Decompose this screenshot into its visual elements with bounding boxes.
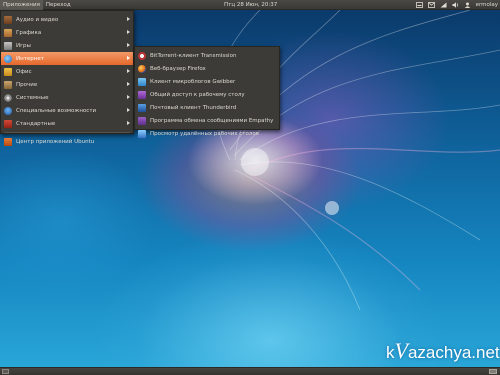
games-icon bbox=[4, 41, 12, 50]
menu-item-label: Системные bbox=[16, 94, 49, 101]
submenu-item-label: Просмотр удалённых рабочих столов bbox=[150, 130, 259, 137]
places-menu[interactable]: Переход bbox=[43, 0, 74, 10]
menu-item-graphics[interactable]: Графика bbox=[1, 26, 133, 39]
chevron-right-icon bbox=[127, 43, 130, 47]
office-icon bbox=[4, 67, 12, 76]
software-center-icon bbox=[4, 137, 12, 146]
submenu-item-empathy[interactable]: Программа обмена сообщениями Empathy bbox=[135, 114, 279, 127]
accessibility-icon bbox=[4, 106, 12, 115]
user-icon[interactable] bbox=[464, 2, 471, 8]
desktop-sharing-icon bbox=[138, 90, 146, 99]
other-icon bbox=[4, 80, 12, 89]
watermark-v: V bbox=[394, 338, 408, 363]
volume-icon[interactable] bbox=[452, 2, 459, 8]
chevron-right-icon bbox=[127, 30, 130, 34]
menu-item-label: Прочие bbox=[16, 81, 38, 88]
transmission-icon bbox=[138, 51, 146, 60]
submenu-item-remote-viewer[interactable]: Просмотр удалённых рабочих столов bbox=[135, 127, 279, 140]
menu-item-system[interactable]: Системные bbox=[1, 91, 133, 104]
applications-menu[interactable]: Приложения bbox=[0, 0, 43, 10]
menu-item-label: Центр приложений Ubuntu bbox=[16, 138, 95, 145]
menu-item-internet[interactable]: Интернет bbox=[1, 52, 133, 65]
bottom-panel bbox=[0, 367, 500, 375]
username[interactable]: ermolay bbox=[476, 0, 498, 10]
menu-separator bbox=[4, 132, 130, 133]
thunderbird-icon bbox=[138, 103, 146, 112]
top-panel: Приложения Переход Птц 28 Июн, 20:37 erm… bbox=[0, 0, 500, 10]
watermark-text: azachya.net bbox=[407, 343, 500, 362]
chevron-right-icon bbox=[127, 56, 130, 60]
menu-item-label: Игры bbox=[16, 42, 31, 49]
chevron-right-icon bbox=[127, 121, 130, 125]
menu-item-other[interactable]: Прочие bbox=[1, 78, 133, 91]
chevron-right-icon bbox=[127, 82, 130, 86]
submenu-item-label: BitTorrent-клиент Transmission bbox=[150, 52, 237, 59]
menu-item-accessories[interactable]: Стандартные bbox=[1, 117, 133, 130]
submenu-item-firefox[interactable]: Веб-браузер Firefox bbox=[135, 62, 279, 75]
chevron-right-icon bbox=[127, 17, 130, 21]
internet-submenu: BitTorrent-клиент Transmission Веб-брауз… bbox=[134, 46, 280, 138]
submenu-item-label: Программа обмена сообщениями Empathy bbox=[150, 117, 274, 124]
keyboard-icon[interactable] bbox=[415, 2, 423, 8]
menu-item-software-center[interactable]: Центр приложений Ubuntu bbox=[1, 135, 133, 148]
menu-item-office[interactable]: Офис bbox=[1, 65, 133, 78]
internet-icon bbox=[4, 54, 12, 63]
system-tray: ermolay bbox=[415, 0, 498, 10]
chevron-right-icon bbox=[127, 95, 130, 99]
audio-video-icon bbox=[4, 15, 12, 24]
clock[interactable]: Птц 28 Июн, 20:37 bbox=[224, 0, 277, 10]
menu-item-label: Аудио и видео bbox=[16, 16, 59, 23]
submenu-item-gwibber[interactable]: Клиент микроблогов Gwibber bbox=[135, 75, 279, 88]
chevron-right-icon bbox=[127, 108, 130, 112]
submenu-item-desktop-sharing[interactable]: Общий доступ к рабочему столу bbox=[135, 88, 279, 101]
remote-viewer-icon bbox=[138, 129, 146, 138]
submenu-item-label: Веб-браузер Firefox bbox=[150, 65, 206, 72]
show-desktop-icon[interactable] bbox=[2, 369, 9, 374]
gwibber-icon bbox=[138, 77, 146, 86]
chevron-right-icon bbox=[127, 69, 130, 73]
empathy-icon bbox=[138, 116, 146, 125]
menu-item-label: Интернет bbox=[16, 55, 44, 62]
menu-item-label: Графика bbox=[16, 29, 42, 36]
accessories-icon bbox=[4, 119, 12, 128]
submenu-item-label: Почтовый клиент Thunderbird bbox=[150, 104, 237, 111]
menu-item-audio-video[interactable]: Аудио и видео bbox=[1, 13, 133, 26]
mail-icon[interactable] bbox=[427, 2, 435, 8]
menu-item-accessibility[interactable]: Специальные возможности bbox=[1, 104, 133, 117]
workspace-switcher[interactable] bbox=[489, 369, 497, 374]
submenu-item-transmission[interactable]: BitTorrent-клиент Transmission bbox=[135, 49, 279, 62]
menu-item-games[interactable]: Игры bbox=[1, 39, 133, 52]
menu-item-label: Специальные возможности bbox=[16, 107, 97, 114]
system-icon bbox=[4, 93, 12, 102]
firefox-icon bbox=[138, 64, 146, 73]
submenu-item-thunderbird[interactable]: Почтовый клиент Thunderbird bbox=[135, 101, 279, 114]
menu-item-label: Стандартные bbox=[16, 120, 56, 127]
submenu-item-label: Общий доступ к рабочему столу bbox=[150, 91, 245, 98]
graphics-icon bbox=[4, 28, 12, 37]
submenu-item-label: Клиент микроблогов Gwibber bbox=[150, 78, 236, 85]
watermark-logo: kVazachya.net bbox=[386, 338, 500, 364]
applications-dropdown: Аудио и видео Графика Игры Интернет Офис… bbox=[0, 10, 134, 146]
watermark-prefix: k bbox=[386, 343, 395, 362]
network-icon[interactable] bbox=[440, 2, 447, 8]
menu-item-label: Офис bbox=[16, 68, 32, 75]
